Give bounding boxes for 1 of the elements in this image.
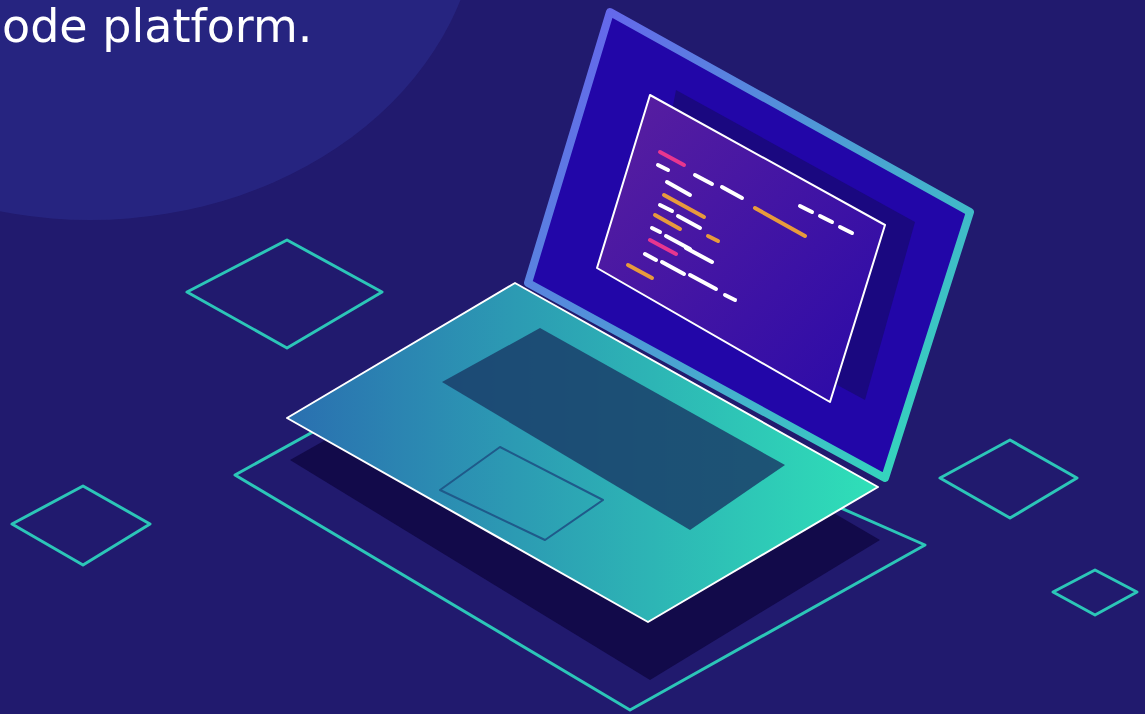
hero-heading: ode platform. <box>2 0 314 52</box>
